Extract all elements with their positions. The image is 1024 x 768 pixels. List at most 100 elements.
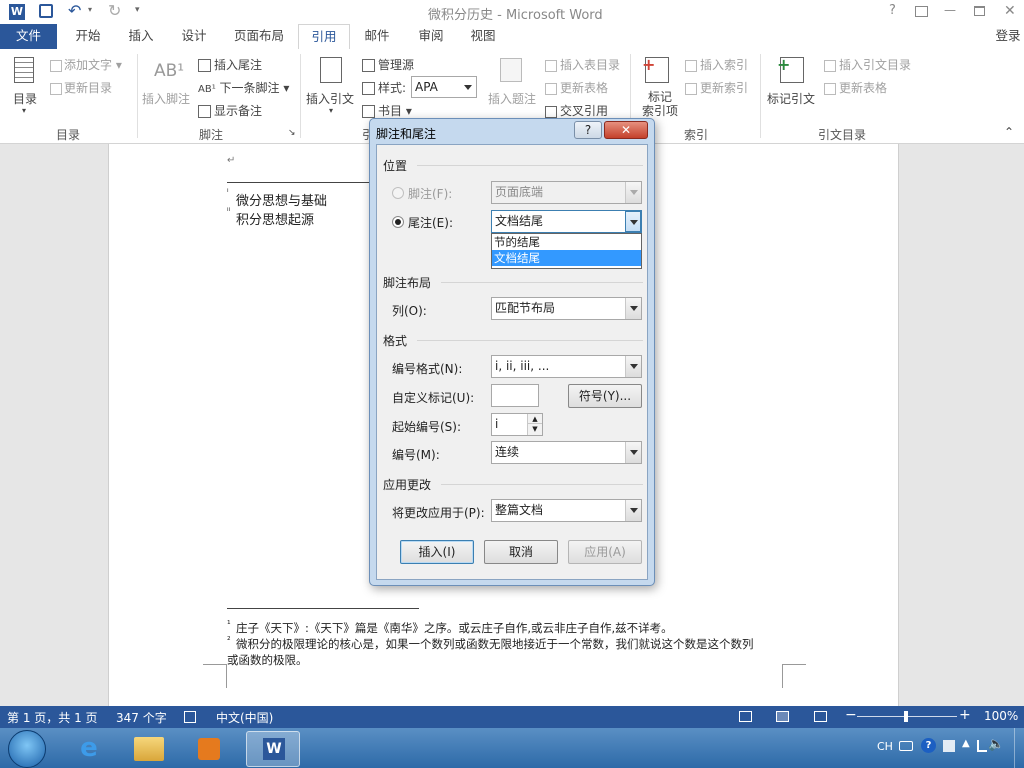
dropdown-option-section-end[interactable]: 节的结尾	[492, 234, 641, 250]
insert-toa-button[interactable]: 插入引文目录	[824, 56, 911, 73]
zoom-level[interactable]: 100%	[984, 709, 1018, 723]
spin-up-icon[interactable]: ▲	[527, 414, 542, 424]
media-player-icon[interactable]	[182, 731, 236, 767]
start-at-input[interactable]: i ▲ ▼	[491, 413, 543, 436]
word-app-icon[interactable]: W	[9, 4, 25, 20]
update-toa-button[interactable]: 更新表格	[824, 79, 887, 96]
zoom-out-button[interactable]: −	[845, 707, 857, 723]
insert-index-button[interactable]: 插入索引	[685, 56, 748, 73]
language-indicator[interactable]: 中文(中国)	[216, 709, 273, 726]
tab-insert[interactable]: 插入	[120, 24, 162, 49]
network-icon[interactable]	[977, 740, 987, 752]
insert-citation-icon[interactable]	[320, 57, 342, 83]
insert-footnote-button[interactable]: 插入脚注	[142, 90, 190, 107]
minimize-button[interactable]: —	[944, 3, 956, 17]
footnote-text-2-continued[interactable]: 或函数的极限。	[227, 652, 308, 668]
footnote-text-2[interactable]: 微积分的极限理论的核心是，如果一个数列或函数无限地接近于一个常数，我们就说这个数…	[236, 636, 754, 652]
cancel-button[interactable]: 取消	[484, 540, 558, 564]
insert-citation-dropdown-icon[interactable]: ▾	[329, 106, 333, 115]
custom-mark-input[interactable]	[491, 384, 539, 407]
show-notes-button[interactable]: 显示备注	[198, 102, 262, 119]
number-format-select[interactable]: i, ii, iii, ...	[491, 355, 642, 378]
tab-home[interactable]: 开始	[66, 24, 110, 49]
undo-dropdown-icon[interactable]: ▾	[88, 5, 92, 14]
internet-explorer-icon[interactable]: e	[62, 731, 116, 767]
insert-citation-button[interactable]: 插入引文	[306, 90, 354, 107]
dropdown-option-document-end[interactable]: 文档结尾	[492, 250, 641, 266]
word-count[interactable]: 347 个字	[116, 709, 167, 726]
endnote-radio[interactable]	[392, 216, 404, 228]
insert-button[interactable]: 插入(I)	[400, 540, 474, 564]
dialog-help-button[interactable]: ?	[574, 121, 602, 139]
next-footnote-button[interactable]: AB¹ 下一条脚注 ▾	[198, 79, 289, 96]
insert-footnote-icon[interactable]: AB¹	[154, 61, 184, 81]
mark-entry-icon[interactable]: +	[642, 55, 669, 83]
action-center-icon[interactable]	[943, 740, 955, 752]
help-tray-icon[interactable]: ?	[921, 738, 936, 753]
show-hidden-icons-icon[interactable]: ▲	[962, 738, 970, 749]
show-desktop-button[interactable]	[1014, 728, 1024, 768]
spin-down-icon[interactable]: ▼	[527, 424, 542, 435]
insert-caption-button[interactable]: 插入题注	[488, 90, 536, 107]
add-text-button[interactable]: 添加文字 ▾	[50, 56, 122, 73]
close-window-button[interactable]: ✕	[1004, 3, 1016, 19]
insert-table-figures-button[interactable]: 插入表目录	[545, 56, 620, 73]
read-mode-icon[interactable]	[739, 711, 752, 722]
insert-endnote-button[interactable]: 插入尾注	[198, 56, 262, 73]
mark-entry-button[interactable]: 标记 索引项	[642, 90, 678, 118]
endnote-text-1[interactable]: 微分思想与基础	[236, 190, 327, 209]
citation-style-select[interactable]: APA	[411, 76, 477, 98]
manage-sources-button[interactable]: 管理源	[362, 56, 414, 73]
start-button[interactable]	[8, 730, 46, 768]
tab-design[interactable]: 设计	[172, 24, 216, 49]
numbering-select[interactable]: 连续	[491, 441, 642, 464]
cross-reference-button[interactable]: 交叉引用	[545, 102, 608, 119]
maximize-button[interactable]	[974, 6, 985, 16]
insert-caption-icon[interactable]	[500, 58, 522, 82]
tab-file[interactable]: 文件	[0, 24, 57, 49]
footnote-position-select[interactable]: 页面底端	[491, 181, 642, 204]
footnote-dialog-launcher-icon[interactable]: ↘	[288, 128, 296, 138]
zoom-slider-thumb[interactable]	[904, 711, 908, 722]
endnote-position-select[interactable]: 文档结尾	[491, 210, 642, 233]
volume-icon[interactable]: 🔈	[988, 737, 1004, 752]
mark-citation-button[interactable]: 标记引文	[767, 90, 815, 107]
footnote-text-1[interactable]: 庄子《天下》:《天下》篇是《南华》之序。或云庄子自作,或云非庄子自作,兹不详考。	[236, 620, 673, 636]
redo-icon[interactable]: ↻	[108, 1, 121, 20]
customize-qat-icon[interactable]: ▾	[135, 5, 140, 15]
dialog-close-button[interactable]: ✕	[604, 121, 648, 139]
proofing-icon[interactable]	[184, 711, 196, 723]
undo-icon[interactable]: ↶	[68, 1, 81, 20]
input-language-indicator[interactable]: CH	[877, 740, 893, 753]
symbol-button[interactable]: 符号(Y)...	[568, 384, 642, 408]
save-icon[interactable]	[39, 4, 53, 18]
toc-button[interactable]: 目录	[13, 90, 37, 107]
help-icon[interactable]: ?	[889, 3, 896, 18]
tab-view[interactable]: 视图	[462, 24, 504, 49]
footnote-radio[interactable]	[392, 187, 404, 199]
tab-review[interactable]: 审阅	[410, 24, 452, 49]
file-explorer-icon[interactable]	[122, 731, 176, 767]
zoom-in-button[interactable]: +	[959, 707, 971, 723]
bibliography-button[interactable]: 书目 ▾	[362, 102, 412, 119]
apply-button[interactable]: 应用(A)	[568, 540, 642, 564]
page-count[interactable]: 第 1 页，共 1 页	[7, 709, 98, 726]
mark-citation-icon[interactable]: +	[777, 55, 804, 83]
update-index-button[interactable]: 更新索引	[685, 79, 748, 96]
collapse-ribbon-icon[interactable]: ⌃	[1004, 125, 1014, 139]
ribbon-display-icon[interactable]	[915, 6, 928, 17]
toc-icon[interactable]	[14, 57, 34, 83]
tab-layout[interactable]: 页面布局	[226, 24, 292, 49]
update-table-button[interactable]: 更新表格	[545, 79, 608, 96]
update-toc-button[interactable]: 更新目录	[50, 79, 112, 96]
toc-dropdown-icon[interactable]: ▾	[22, 106, 26, 115]
tab-mailings[interactable]: 邮件	[356, 24, 398, 49]
columns-select[interactable]: 匹配节布局	[491, 297, 642, 320]
tab-references[interactable]: 引用	[298, 24, 350, 50]
keyboard-icon[interactable]	[899, 741, 913, 751]
apply-to-select[interactable]: 整篇文档	[491, 499, 642, 522]
login-link[interactable]: 登录	[992, 24, 1024, 49]
web-layout-icon[interactable]	[814, 711, 827, 722]
endnote-text-2[interactable]: 积分思想起源	[236, 209, 314, 228]
print-layout-icon[interactable]	[776, 711, 789, 722]
